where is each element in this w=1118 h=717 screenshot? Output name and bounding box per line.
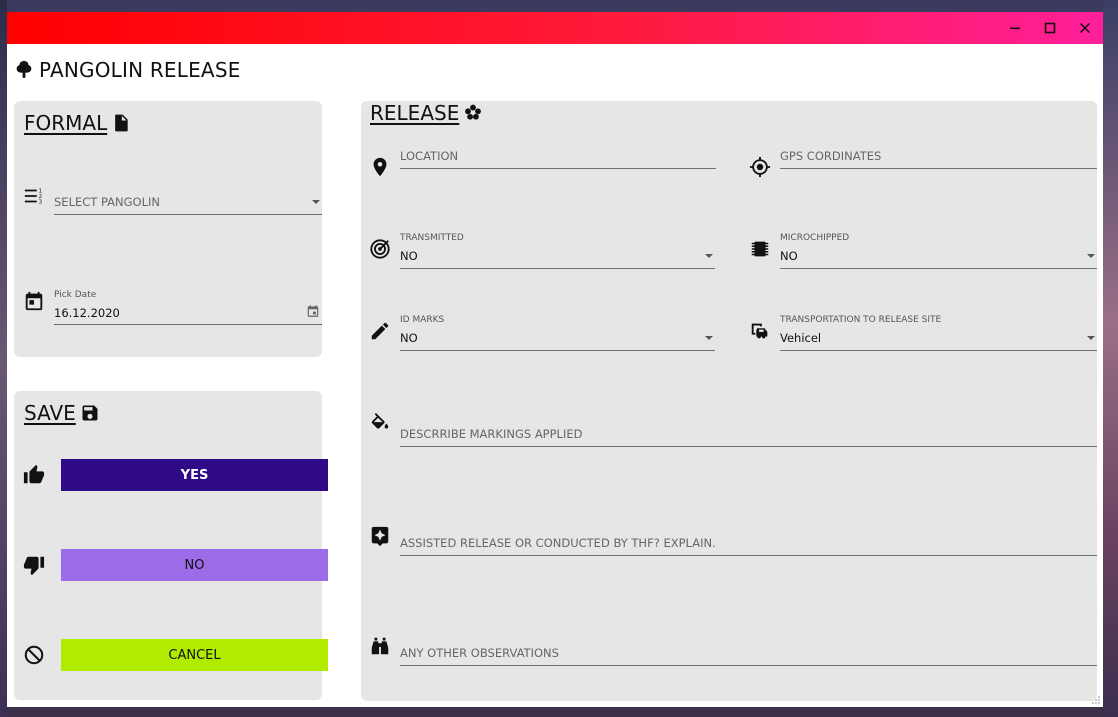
markings-applied-placeholder: DESCRRIBE MARKINGS APPLIED <box>400 427 583 441</box>
other-observations-placeholder: ANY OTHER OBSERVATIONS <box>400 646 559 660</box>
release-heading: RELEASE <box>370 101 483 125</box>
minimize-button[interactable] <box>998 12 1032 44</box>
assisted-release-input[interactable]: ASSISTED RELEASE OR CONDUCTED BY THF? EX… <box>400 536 1097 556</box>
floppy-disk-icon <box>82 405 98 421</box>
thumbs-up-icon <box>23 464 45 486</box>
crosshair-icon <box>749 156 771 178</box>
pick-date-field[interactable]: Pick Date 16.12.2020 <box>54 289 322 325</box>
other-observations-input[interactable]: ANY OTHER OBSERVATIONS <box>400 646 1097 666</box>
transportation-label: TRANSPORTATION TO RELEASE SITE <box>780 315 942 325</box>
formal-card: FORMAL 123 SELECT PANGOLIN Pick Date 16.… <box>14 101 322 357</box>
cancel-button[interactable]: CANCEL <box>61 639 328 671</box>
id-marks-label: ID MARKS <box>400 315 445 325</box>
prohibited-icon <box>23 644 45 666</box>
pick-date-label: Pick Date <box>54 290 97 300</box>
desktop-background-left <box>0 0 7 717</box>
chevron-down-icon <box>1087 254 1095 258</box>
save-heading: SAVE <box>24 401 100 425</box>
paint-bucket-icon <box>369 413 391 435</box>
markings-applied-input[interactable]: DESCRRIBE MARKINGS APPLIED <box>400 427 1097 447</box>
yes-button[interactable]: YES <box>61 459 328 491</box>
chevron-down-icon <box>1087 336 1095 340</box>
radar-icon <box>369 238 391 260</box>
no-button[interactable]: NO <box>61 549 328 581</box>
transmitted-value: NO <box>400 249 418 263</box>
microchipped-value: NO <box>780 249 798 263</box>
desktop-background-right <box>1103 0 1118 717</box>
gps-coordinates-placeholder: GPS CORDINATES <box>780 149 882 163</box>
maximize-button[interactable] <box>1033 12 1067 44</box>
flower-icon <box>465 104 482 120</box>
app-header: PANGOLIN RELEASE <box>13 56 241 84</box>
microchipped-label: MICROCHIPPED <box>780 233 850 243</box>
minimize-icon <box>1010 27 1020 30</box>
pick-date-value: 16.12.2020 <box>54 306 120 320</box>
select-pangolin-placeholder: SELECT PANGOLIN <box>54 195 160 209</box>
save-card: SAVE YES NO CANCEL <box>14 391 328 700</box>
chip-icon <box>749 238 771 260</box>
maximize-icon <box>1044 22 1056 34</box>
tree-icon <box>13 59 35 81</box>
id-marks-dropdown[interactable]: ID MARKS NO <box>400 313 715 351</box>
thumbs-down-icon <box>23 554 45 576</box>
transmitted-dropdown[interactable]: TRANSMITTED NO <box>400 231 715 269</box>
marker-icon <box>369 320 391 342</box>
select-pangolin-dropdown[interactable]: SELECT PANGOLIN <box>54 191 322 215</box>
chevron-down-icon <box>705 336 713 340</box>
numbered-list-icon: 123 <box>23 185 45 207</box>
assisted-release-placeholder: ASSISTED RELEASE OR CONDUCTED BY THF? EX… <box>400 536 716 550</box>
sparkle-note-icon <box>369 525 391 547</box>
title-bar[interactable] <box>7 12 1103 44</box>
release-heading-text: RELEASE <box>370 101 460 125</box>
app-title: PANGOLIN RELEASE <box>39 58 241 82</box>
location-input[interactable]: LOCATION <box>400 149 716 169</box>
vehicles-icon <box>749 320 771 342</box>
binoculars-icon <box>369 635 391 657</box>
microchipped-dropdown[interactable]: MICROCHIPPED NO <box>780 231 1097 269</box>
release-card: RELEASE LOCATION GPS CORDINATES TRANSMIT… <box>361 101 1097 701</box>
calendar-picker-icon[interactable] <box>306 304 320 318</box>
app-window: PANGOLIN RELEASE FORMAL 123 SELECT PANGO… <box>7 12 1103 707</box>
document-icon <box>115 114 128 132</box>
gps-coordinates-input[interactable]: GPS CORDINATES <box>780 149 1097 169</box>
calendar-icon <box>23 290 45 312</box>
close-icon <box>1079 22 1091 34</box>
transportation-value: Vehicel <box>780 331 822 345</box>
transmitted-label: TRANSMITTED <box>400 233 464 243</box>
id-marks-value: NO <box>400 331 418 345</box>
location-placeholder: LOCATION <box>400 149 459 163</box>
svg-text:3: 3 <box>39 199 43 205</box>
resize-grip-icon[interactable] <box>1091 695 1101 705</box>
save-heading-text: SAVE <box>24 401 76 425</box>
formal-heading-text: FORMAL <box>24 111 108 135</box>
formal-heading: FORMAL <box>24 111 131 135</box>
close-button[interactable] <box>1068 12 1102 44</box>
transportation-dropdown[interactable]: TRANSPORTATION TO RELEASE SITE Vehicel <box>780 313 1097 351</box>
chevron-down-icon <box>312 200 320 204</box>
chevron-down-icon <box>705 254 713 258</box>
map-pin-icon <box>369 156 391 178</box>
